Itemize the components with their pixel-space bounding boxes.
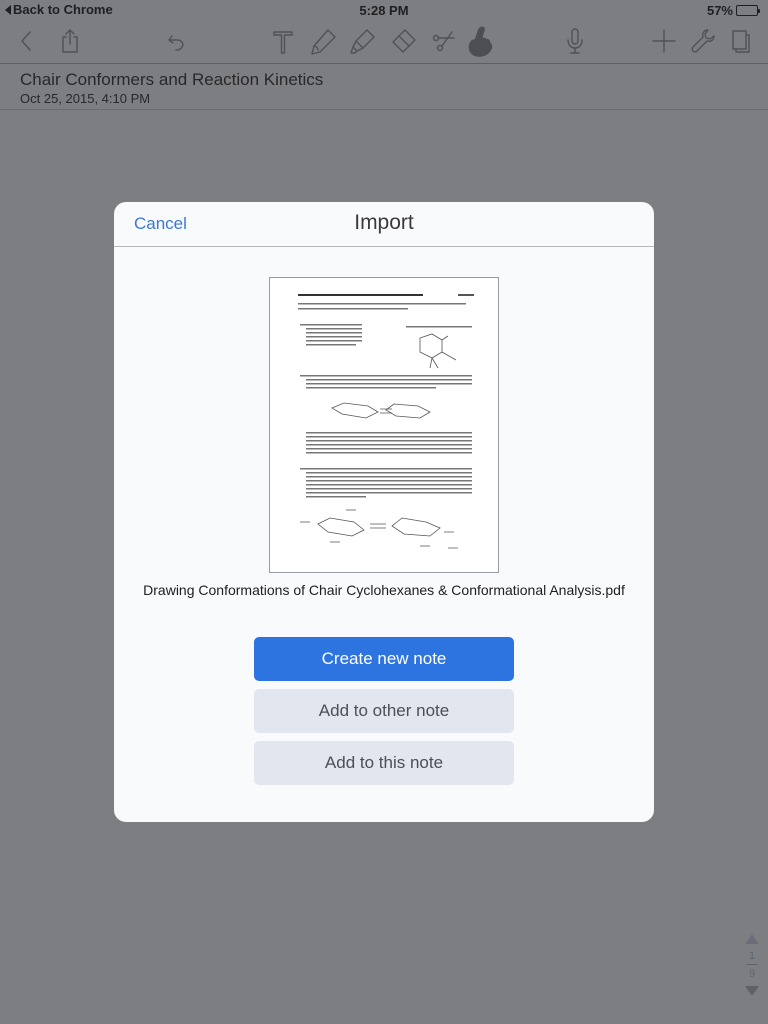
document-thumbnail (269, 277, 499, 573)
next-page-icon[interactable] (745, 986, 759, 996)
import-filename: Drawing Conformations of Chair Cyclohexa… (143, 582, 625, 598)
status-bar: Back to Chrome 5:28 PM 57% (0, 0, 768, 20)
add-to-this-note-button[interactable]: Add to this note (254, 741, 514, 785)
share-icon[interactable] (53, 24, 87, 58)
battery-status: 57% (706, 3, 760, 18)
note-header: Chair Conformers and Reaction Kinetics O… (20, 70, 323, 106)
header-divider (0, 109, 768, 110)
hand-pointer-icon[interactable] (463, 24, 497, 58)
pen-icon[interactable] (306, 24, 340, 58)
toolbar (0, 20, 768, 64)
battery-icon (736, 5, 760, 16)
highlighter-icon[interactable] (345, 24, 379, 58)
undo-icon[interactable] (160, 24, 194, 58)
pages-icon[interactable] (724, 24, 758, 58)
import-dialog: Cancel Import Drawing Conformations of C… (114, 202, 654, 822)
add-icon[interactable] (647, 24, 681, 58)
battery-percent: 57% (706, 3, 733, 18)
total-pages: 9 (748, 968, 756, 980)
create-new-note-button[interactable]: Create new note (254, 637, 514, 681)
microphone-icon[interactable] (558, 24, 592, 58)
wrench-icon[interactable] (686, 24, 720, 58)
previous-page-icon[interactable] (745, 934, 759, 944)
scissors-icon[interactable] (426, 24, 460, 58)
eraser-icon[interactable] (386, 24, 420, 58)
note-date: Oct 25, 2015, 4:10 PM (20, 91, 151, 106)
status-time: 5:28 PM (359, 3, 409, 18)
note-title[interactable]: Chair Conformers and Reaction Kinetics (20, 70, 323, 90)
current-page: 1 (748, 950, 756, 962)
back-chevron-icon[interactable] (9, 24, 43, 58)
dialog-title: Import (354, 211, 414, 234)
document-preview-drawing (298, 294, 474, 549)
dialog-header: Cancel Import (114, 202, 654, 247)
text-tool-icon[interactable] (266, 24, 300, 58)
page-separator (746, 964, 758, 965)
add-to-other-note-button[interactable]: Add to other note (254, 689, 514, 733)
page-navigator: 1 9 (744, 934, 760, 996)
